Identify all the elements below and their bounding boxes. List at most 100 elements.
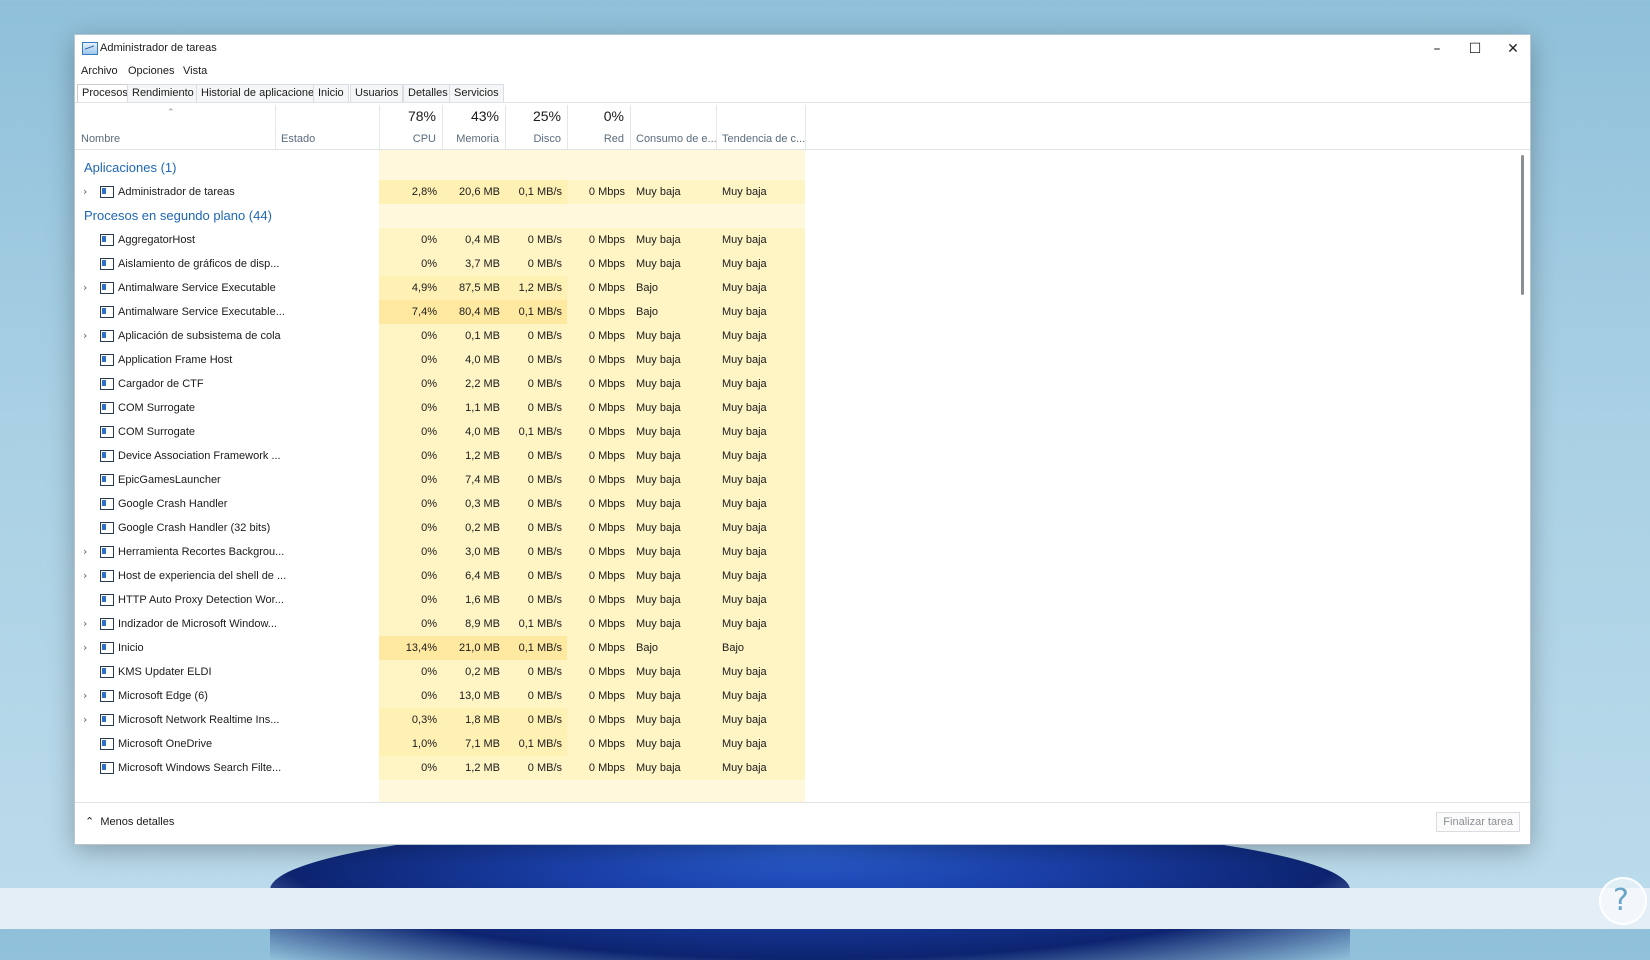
cell-power: Muy baja	[630, 420, 716, 444]
process-row[interactable]: › Microsoft Edge (6) 0% 13,0 MB 0 MB/s 0 Mbps…	[75, 684, 805, 708]
process-row[interactable]: HTTP Auto Proxy Detection Wor... 0% 1,6 MB…	[75, 588, 805, 612]
cell-mem: 0,2 MB	[442, 660, 505, 684]
expand-chevron-icon[interactable]: ›	[83, 636, 93, 660]
process-row[interactable]: KMS Updater ELDI 0% 0,2 MB 0 MB/s 0 Mbps Muy …	[75, 660, 805, 684]
process-row[interactable]: Device Association Framework ... 0% 1,2 MB…	[75, 444, 805, 468]
cell-cpu: 0%	[379, 252, 442, 276]
process-row[interactable]: Cargador de CTF 0% 2,2 MB 0 MB/s 0 Mbps Muy b…	[75, 372, 805, 396]
tab-bar: Procesos Rendimiento Historial de aplica…	[75, 80, 1530, 103]
process-name: COM Surrogate	[118, 402, 196, 414]
expand-chevron-icon[interactable]: ›	[83, 180, 93, 204]
cell-net: 0 Mbps	[567, 660, 630, 684]
cell-trend: Muy baja	[716, 348, 805, 372]
cell-mem: 1,1 MB	[442, 396, 505, 420]
process-row[interactable]: AggregatorHost 0% 0,4 MB 0 MB/s 0 Mbps Muy ba…	[75, 228, 805, 252]
process-row[interactable]: › Antimalware Service Executable 4,9% 87,5 …	[75, 276, 805, 300]
expand-chevron-icon[interactable]: ›	[83, 708, 93, 732]
cell-power: Bajo	[630, 636, 716, 660]
cell-disk: 0,1 MB/s	[505, 636, 567, 660]
tab-detalles[interactable]: Detalles	[403, 84, 453, 102]
process-row[interactable]: COM Surrogate 0% 4,0 MB 0,1 MB/s 0 Mbps Muy b…	[75, 420, 805, 444]
column-disk[interactable]: 25% Disco	[505, 105, 568, 149]
cell-mem: 3,0 MB	[442, 540, 505, 564]
task-manager-icon	[82, 42, 98, 55]
cell-net: 0 Mbps	[567, 252, 630, 276]
process-row[interactable]: Google Crash Handler (32 bits) 0% 0,2 MB 0 …	[75, 516, 805, 540]
cell-power: Muy baja	[630, 396, 716, 420]
process-row[interactable]: › Aplicación de subsistema de cola 0% 0,1 M…	[75, 324, 805, 348]
cell-power: Muy baja	[630, 492, 716, 516]
cell-disk: 0 MB/s	[505, 444, 567, 468]
process-row[interactable]: › Inicio 13,4% 21,0 MB 0,1 MB/s 0 Mbps Bajo Baj…	[75, 636, 805, 660]
window-process-icon	[100, 258, 114, 270]
tab-usuarios[interactable]: Usuarios	[350, 84, 404, 102]
cell-cpu: 0%	[379, 612, 442, 636]
column-name[interactable]: ⌃ Nombre	[75, 105, 276, 149]
cell-disk: 0,1 MB/s	[505, 300, 567, 324]
window-dark-icon	[100, 642, 114, 654]
cell-cpu: 0%	[379, 684, 442, 708]
process-row[interactable]: Antimalware Service Executable... 7,4% 80,…	[75, 300, 805, 324]
tab-procesos[interactable]: Procesos	[77, 84, 133, 102]
cell-net: 0 Mbps	[567, 516, 630, 540]
menu-archivo[interactable]: Archivo	[81, 65, 118, 77]
column-status[interactable]: Estado	[275, 105, 380, 149]
cell-trend: Muy baja	[716, 324, 805, 348]
tab-historial[interactable]: Historial de aplicaciones	[196, 84, 325, 102]
process-row[interactable]: Microsoft OneDrive 1,0% 7,1 MB 0,1 MB/s 0 Mb…	[75, 732, 805, 756]
cell-net: 0 Mbps	[567, 348, 630, 372]
close-button[interactable]: ✕	[1494, 35, 1532, 63]
process-row[interactable]: › Herramienta Recortes Backgrou... 0% 3,0 M…	[75, 540, 805, 564]
menu-opciones[interactable]: Opciones	[128, 65, 174, 77]
minimize-button[interactable]: –	[1418, 35, 1456, 63]
process-row[interactable]: › Microsoft Network Realtime Ins... 0,3% 1,…	[75, 708, 805, 732]
column-memory[interactable]: 43% Memoria	[442, 105, 506, 149]
cell-trend: Muy baja	[716, 684, 805, 708]
process-row[interactable]: COM Surrogate 0% 1,1 MB 0 MB/s 0 Mbps Muy baj…	[75, 396, 805, 420]
cell-trend: Muy baja	[716, 396, 805, 420]
process-name: Antimalware Service Executable	[118, 282, 276, 294]
process-name: HTTP Auto Proxy Detection Wor...	[118, 594, 284, 606]
cell-disk: 0 MB/s	[505, 396, 567, 420]
process-row[interactable]: Microsoft Windows Search Filte... 0% 1,2 M…	[75, 756, 805, 780]
process-row[interactable]: Aislamiento de gráficos de disp... 0% 3,7 …	[75, 252, 805, 276]
expand-chevron-icon[interactable]: ›	[83, 540, 93, 564]
expand-chevron-icon[interactable]: ›	[83, 564, 93, 588]
column-cpu[interactable]: 78% CPU	[379, 105, 443, 149]
cell-trend: Muy baja	[716, 516, 805, 540]
cell-power: Muy baja	[630, 228, 716, 252]
process-row[interactable]: Google Crash Handler 0% 0,3 MB 0 MB/s 0 Mbps…	[75, 492, 805, 516]
expand-chevron-icon[interactable]: ›	[83, 324, 93, 348]
less-details-button[interactable]: ⌃ Menos detalles	[85, 815, 174, 828]
cell-cpu: 0%	[379, 444, 442, 468]
process-name: Google Crash Handler	[118, 498, 228, 510]
tab-rendimiento[interactable]: Rendimiento	[127, 84, 199, 102]
menu-vista[interactable]: Vista	[183, 65, 207, 77]
process-row[interactable]: Application Frame Host 0% 4,0 MB 0 MB/s 0 Mb…	[75, 348, 805, 372]
column-network[interactable]: 0% Red	[567, 105, 631, 149]
maximize-button[interactable]: ☐	[1456, 35, 1494, 63]
process-name: Microsoft OneDrive	[118, 738, 213, 750]
process-row[interactable]: › Host de experiencia del shell de ... 0% 6…	[75, 564, 805, 588]
cell-disk: 0 MB/s	[505, 228, 567, 252]
process-row[interactable]: › Administrador de tareas 2,8% 20,6 MB 0,1 M…	[75, 180, 805, 204]
expand-chevron-icon[interactable]: ›	[83, 612, 93, 636]
tab-servicios[interactable]: Servicios	[449, 84, 504, 102]
expand-chevron-icon[interactable]: ›	[83, 684, 93, 708]
process-name: Google Crash Handler (32 bits)	[118, 522, 271, 534]
expand-chevron-icon[interactable]: ›	[83, 276, 93, 300]
process-list: Aplicaciones (1) › Administrador de tareas…	[75, 150, 1515, 802]
cell-mem: 0,2 MB	[442, 516, 505, 540]
cell-mem: 4,0 MB	[442, 420, 505, 444]
end-task-button[interactable]: Finalizar tarea	[1436, 812, 1520, 832]
cell-net: 0 Mbps	[567, 684, 630, 708]
vertical-scrollbar[interactable]	[1521, 155, 1524, 295]
cell-trend: Muy baja	[716, 492, 805, 516]
column-power-trend[interactable]: Tendencia de c...	[716, 105, 806, 149]
process-row[interactable]: › Indizador de Microsoft Window... 0% 8,9 M…	[75, 612, 805, 636]
window-process-icon	[100, 282, 114, 294]
cell-power: Muy baja	[630, 252, 716, 276]
tab-inicio[interactable]: Inicio	[313, 84, 349, 102]
process-row[interactable]: EpicGamesLauncher 0% 7,4 MB 0 MB/s 0 Mbps Muy…	[75, 468, 805, 492]
column-power-usage[interactable]: Consumo de e...	[630, 105, 717, 149]
